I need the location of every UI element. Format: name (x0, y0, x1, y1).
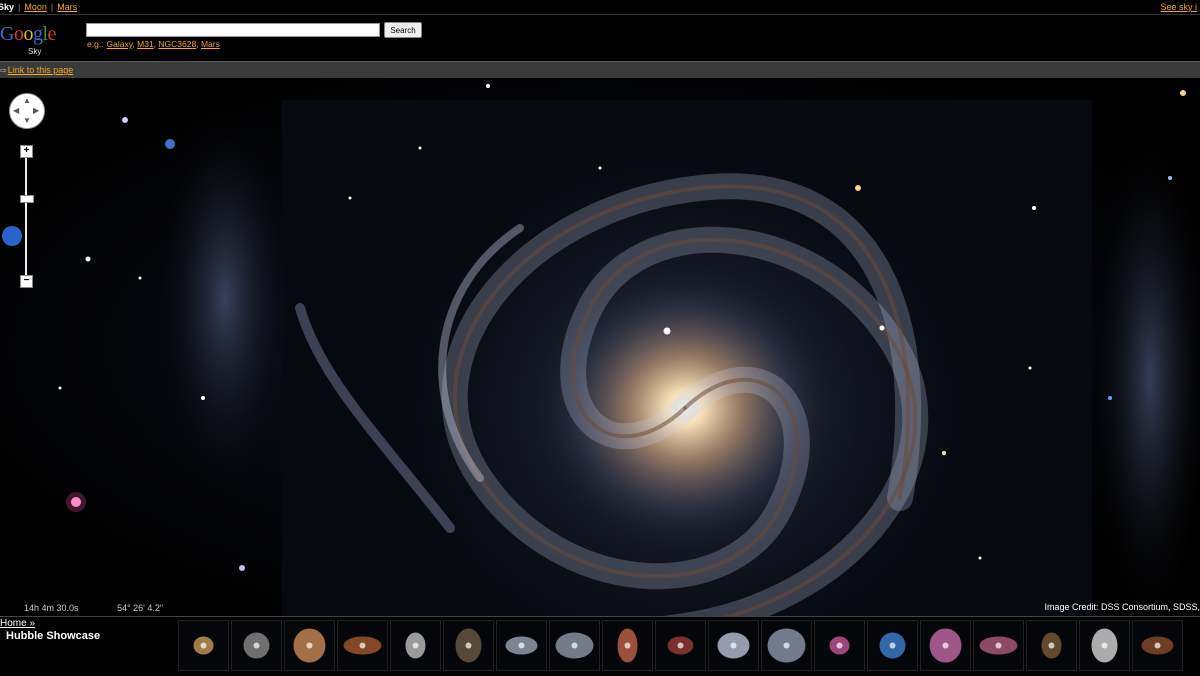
right-haze (1090, 118, 1200, 616)
example-link-galaxy[interactable]: Galaxy (107, 39, 133, 49)
showcase-thumbnail[interactable] (231, 620, 282, 671)
example-link-m31[interactable]: M31 (137, 39, 154, 49)
nebula-icon (338, 621, 387, 670)
sky-imagery (2, 84, 1200, 616)
showcase-thumbnail[interactable] (284, 620, 335, 671)
zoom-in-button[interactable]: + (20, 145, 33, 158)
nebula-icon (656, 621, 705, 670)
pan-down-icon[interactable]: ▼ (23, 117, 31, 125)
search-input[interactable] (86, 23, 380, 37)
showcase-thumbnail[interactable] (867, 620, 918, 671)
nav-link-mars[interactable]: Mars (57, 2, 77, 12)
image-credit: Image Credit: DSS Consortium, SDSS, (1044, 602, 1200, 612)
showcase-thumbnail[interactable] (920, 620, 971, 671)
pan-control[interactable]: ▲ ◀ ▶ ▼ (9, 93, 45, 129)
zoom-slider-handle[interactable] (20, 195, 34, 203)
showcase-thumbnail[interactable] (337, 620, 388, 671)
showcase-thumbnail[interactable] (814, 620, 865, 671)
showcase-thumbnails (178, 620, 1183, 672)
star-field-icon (1133, 621, 1182, 670)
galaxy-icon (1080, 621, 1129, 670)
nav-separator: | (18, 2, 21, 12)
spiral-galaxy-icon (709, 621, 758, 670)
showcase-thumbnail[interactable] (549, 620, 600, 671)
spiral-galaxy-icon (762, 621, 811, 670)
showcase-thumbnail[interactable] (390, 620, 441, 671)
nebula-icon (815, 621, 864, 670)
right-ascension: 14h 4m 30.0s (24, 603, 79, 613)
nebula-icon (921, 621, 970, 670)
nav-link-moon[interactable]: Moon (24, 2, 47, 12)
star-cluster-icon (550, 621, 599, 670)
galaxy-icon (232, 621, 281, 670)
examples-prefix: e.g.: (87, 39, 104, 49)
showcase-thumbnail[interactable] (178, 620, 229, 671)
showcase-thumbnail[interactable] (602, 620, 653, 671)
coordinates-readout: 14h 4m 30.0s 54° 26' 4.2" (24, 603, 199, 613)
example-link-mars[interactable]: Mars (201, 39, 220, 49)
showcase-thumbnail[interactable] (761, 620, 812, 671)
left-haze (155, 98, 295, 498)
showcase-thumbnail[interactable] (443, 620, 494, 671)
nav-current-sky: Sky (0, 2, 15, 12)
search-button[interactable]: Search (384, 22, 422, 38)
link-to-this-page[interactable]: Link to this page (8, 65, 74, 75)
home-link[interactable]: Home » (0, 618, 35, 629)
star-field-icon (1027, 621, 1076, 670)
sky-map-view[interactable]: ▲ ◀ ▶ ▼ + − 14h 4m 30.0s 54° 26' 4.2" Im… (0, 78, 1200, 616)
zoom-out-button[interactable]: − (20, 275, 33, 288)
showcase-thumbnail[interactable] (655, 620, 706, 671)
star-cluster-icon (497, 621, 546, 670)
showcase-thumbnail[interactable] (1026, 620, 1077, 671)
link-icon: ⇨ (0, 66, 7, 75)
example-link-ngc3628[interactable]: NGC3628 (158, 39, 196, 49)
google-sky-logo[interactable]: Google Sky (0, 23, 80, 57)
edge-on-galaxy-icon (391, 621, 440, 670)
pan-left-icon[interactable]: ◀ (13, 107, 19, 115)
zoom-slider-track[interactable] (25, 150, 27, 280)
showcase-thumbnail[interactable] (973, 620, 1024, 671)
showcase-panel: Home » Hubble Showcase (0, 616, 1200, 676)
header: Google Sky Search e.g.: Galaxy, M31, NGC3… (0, 14, 1200, 61)
galaxy-icon (603, 621, 652, 670)
search-examples: e.g.: Galaxy, M31, NGC3628, Mars (87, 39, 220, 49)
showcase-title: Hubble Showcase (6, 630, 101, 642)
galaxy-pair-icon (285, 621, 334, 670)
pan-right-icon[interactable]: ▶ (33, 107, 39, 115)
see-sky-link[interactable]: See sky i (1160, 0, 1197, 14)
link-bar: ⇨Link to this page (0, 61, 1200, 79)
nav-separator: | (50, 2, 54, 12)
showcase-thumbnail[interactable] (1079, 620, 1130, 671)
star-field-icon (444, 621, 493, 670)
nebula-icon (179, 621, 228, 670)
pan-up-icon[interactable]: ▲ (23, 97, 31, 105)
top-navigation: Sky | Moon | Mars See sky i (0, 0, 1200, 14)
supernova-remnant-icon (974, 621, 1023, 670)
showcase-thumbnail[interactable] (1132, 620, 1183, 671)
logo-subtitle: Sky (28, 47, 42, 56)
declination: 54° 26' 4.2" (117, 603, 164, 613)
logo-wordmark: Google (0, 23, 56, 45)
showcase-thumbnail[interactable] (496, 620, 547, 671)
crab-nebula-icon (868, 621, 917, 670)
showcase-thumbnail[interactable] (708, 620, 759, 671)
